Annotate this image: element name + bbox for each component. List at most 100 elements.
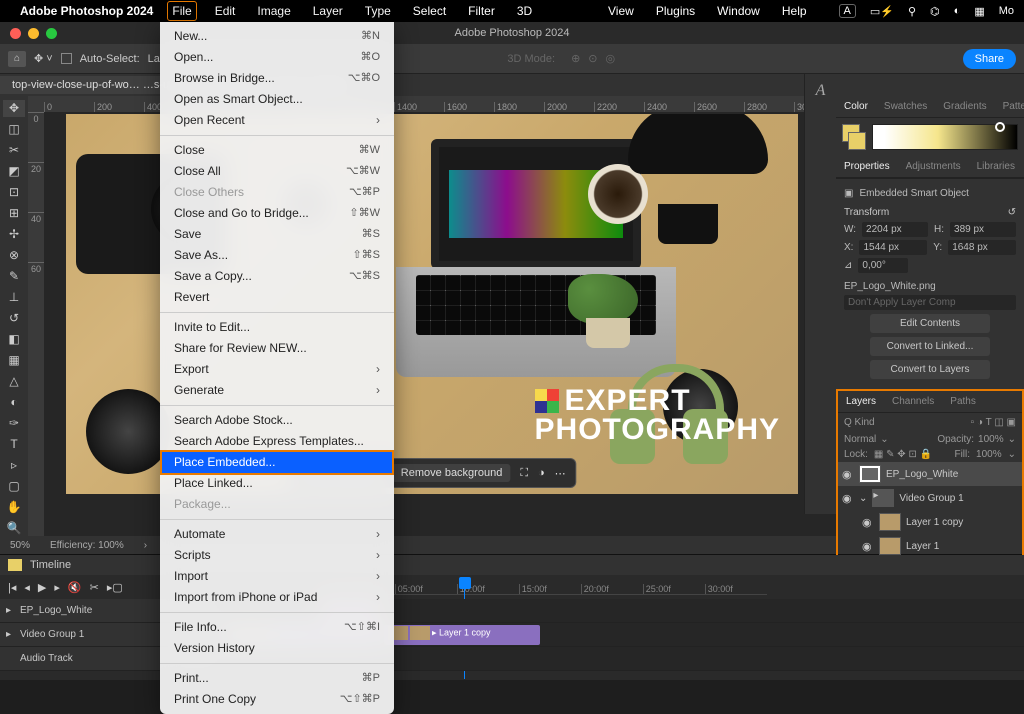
close-window-icon[interactable]	[10, 28, 21, 39]
height-field[interactable]: 389 px	[950, 222, 1016, 237]
blend-mode[interactable]: Normal	[844, 434, 876, 445]
file-menu-item[interactable]: Place Linked...	[160, 473, 394, 494]
file-menu-item[interactable]: Close All⌥⌘W	[160, 161, 394, 182]
transform-header[interactable]: Transform	[844, 207, 889, 218]
fill-value[interactable]: 100%	[976, 449, 1002, 460]
visibility-icon[interactable]: ◉	[862, 516, 874, 529]
traffic-lights[interactable]	[10, 28, 57, 39]
brush-tool[interactable]: ✎	[3, 268, 25, 285]
blur-tool[interactable]: △	[3, 372, 25, 389]
layer-thumb[interactable]	[879, 513, 901, 531]
hand-tool[interactable]: ✋	[3, 498, 25, 515]
clip-video[interactable]: ▸ Layer 1 copy	[384, 625, 540, 645]
tab-channels[interactable]: Channels	[884, 391, 942, 412]
menu-help[interactable]: Help	[778, 2, 811, 20]
lasso-tool[interactable]: ✂	[3, 142, 25, 159]
menu-layer[interactable]: Layer	[309, 2, 347, 20]
tab-properties[interactable]: Properties	[836, 156, 898, 177]
file-menu-item[interactable]: Invite to Edit...	[160, 317, 394, 338]
zoom-level[interactable]: 50%	[10, 540, 30, 551]
stamp-tool[interactable]: ⊥	[3, 289, 25, 306]
file-menu-item[interactable]: Open as Smart Object...	[160, 89, 394, 110]
tab-patterns[interactable]: Patterns	[995, 96, 1024, 117]
menu-type[interactable]: Type	[361, 2, 395, 20]
character-panel-collapsed[interactable]: A	[804, 74, 836, 514]
menu-window[interactable]: Window	[713, 2, 764, 20]
tab-gradients[interactable]: Gradients	[935, 96, 994, 117]
file-menu-item[interactable]: Search Adobe Express Templates...	[160, 431, 394, 452]
gradient-tool[interactable]: ▦	[3, 351, 25, 368]
mute-button[interactable]: 🔇	[68, 581, 82, 594]
playhead[interactable]	[459, 577, 471, 589]
file-menu-item[interactable]: Generate	[160, 380, 394, 401]
file-menu-item[interactable]: Export	[160, 359, 394, 380]
file-menu-item[interactable]: Place Embedded...	[160, 450, 394, 475]
next-frame-button[interactable]: ▸	[54, 581, 60, 594]
file-menu-item[interactable]: Print One Copy⌥⇧⌘P	[160, 689, 394, 710]
menu-select[interactable]: Select	[409, 2, 450, 20]
reset-icon[interactable]: ↺	[1008, 207, 1016, 218]
crop-tool[interactable]: ⊡	[3, 184, 25, 201]
prev-frame-button[interactable]: ◂	[24, 581, 30, 594]
color-panel[interactable]	[836, 118, 1024, 156]
visibility-icon[interactable]: ◉	[842, 468, 854, 481]
layer-comp-dropdown[interactable]: Don't Apply Layer Comp	[844, 295, 1016, 310]
share-button[interactable]: Share	[963, 49, 1016, 69]
menu-image[interactable]: Image	[253, 2, 294, 20]
width-field[interactable]: 2204 px	[862, 222, 928, 237]
eraser-tool[interactable]: ◧	[3, 330, 25, 347]
file-menu-item[interactable]: Version History	[160, 638, 394, 659]
shape-tool[interactable]: ▢	[3, 477, 25, 494]
convert-layers-button[interactable]: Convert to Layers	[870, 360, 990, 379]
cc-icon[interactable]: ▦	[974, 5, 984, 18]
status-a-icon[interactable]: A	[839, 4, 856, 18]
menu-file[interactable]: File	[167, 1, 196, 21]
layer-name[interactable]: EP_Logo_White	[886, 469, 958, 480]
menu-plugins[interactable]: Plugins	[652, 2, 699, 20]
move-tool[interactable]: ✥	[3, 100, 25, 117]
play-button[interactable]: ▶	[38, 581, 46, 594]
x-field[interactable]: 1544 px	[859, 240, 927, 255]
transform-icon[interactable]: ⛶	[520, 467, 528, 480]
timeline-ruler[interactable]: 05:00f 10:00f 15:00f 20:00f 25:00f 30:00…	[355, 579, 767, 595]
more-icon[interactable]: ⋯	[555, 467, 566, 480]
file-menu-item[interactable]: Import	[160, 566, 394, 587]
healing-tool[interactable]: ⊗	[3, 247, 25, 264]
track-twirl-icon[interactable]: ▸	[6, 629, 11, 640]
pen-tool[interactable]: ✑	[3, 414, 25, 431]
tab-swatches[interactable]: Swatches	[876, 96, 935, 117]
tab-adjustments[interactable]: Adjustments	[898, 156, 969, 177]
transition-button[interactable]: ▸▢	[107, 581, 123, 594]
layer-filter[interactable]: Q Kind	[844, 417, 875, 428]
layer-thumb[interactable]	[859, 465, 881, 483]
file-menu-item[interactable]: Save a Copy...⌥⌘S	[160, 266, 394, 287]
angle-field[interactable]: 0,00°	[858, 258, 908, 273]
mask-icon[interactable]: ◑	[538, 467, 545, 479]
file-menu-item[interactable]: Import from iPhone or iPad	[160, 587, 394, 608]
history-brush-tool[interactable]: ↺	[3, 310, 25, 327]
twirl-icon[interactable]: ⌄	[859, 493, 867, 504]
file-menu-item[interactable]: Close⌘W	[160, 140, 394, 161]
file-menu-item[interactable]: Close and Go to Bridge...⇧⌘W	[160, 203, 394, 224]
file-menu-item[interactable]: Open...⌘O	[160, 47, 394, 68]
menu-edit[interactable]: Edit	[211, 2, 240, 20]
frame-tool[interactable]: ⊞	[3, 205, 25, 222]
minimize-window-icon[interactable]	[28, 28, 39, 39]
menu-3d[interactable]: 3D	[513, 2, 536, 20]
path-select-tool[interactable]: ▹	[3, 456, 25, 473]
split-button[interactable]: ✂	[90, 581, 99, 594]
timeline-track[interactable]: ▸Video Group 1＋≡ ▸ Layer 1 ▸ Layer 1 cop…	[0, 623, 1024, 647]
track-twirl-icon[interactable]: ▸	[6, 605, 11, 616]
file-menu-item[interactable]: File Info...⌥⇧⌘I	[160, 617, 394, 638]
layer-name[interactable]: Layer 1	[906, 541, 939, 552]
visibility-icon[interactable]: ◉	[842, 492, 854, 505]
tab-color[interactable]: Color	[836, 96, 876, 117]
eyedropper-tool[interactable]: ✢	[3, 226, 25, 243]
file-menu-item[interactable]: Search Adobe Stock...	[160, 410, 394, 431]
layer-row[interactable]: ◉ ⌄ ▸ Video Group 1	[838, 486, 1022, 510]
auto-select-checkbox[interactable]	[61, 53, 72, 64]
wifi-icon[interactable]: ⚲	[908, 5, 916, 18]
object-select-tool[interactable]: ◩	[3, 163, 25, 180]
layer-row[interactable]: ◉ EP_Logo_White	[838, 462, 1022, 486]
file-menu-item[interactable]: Open Recent	[160, 110, 394, 131]
